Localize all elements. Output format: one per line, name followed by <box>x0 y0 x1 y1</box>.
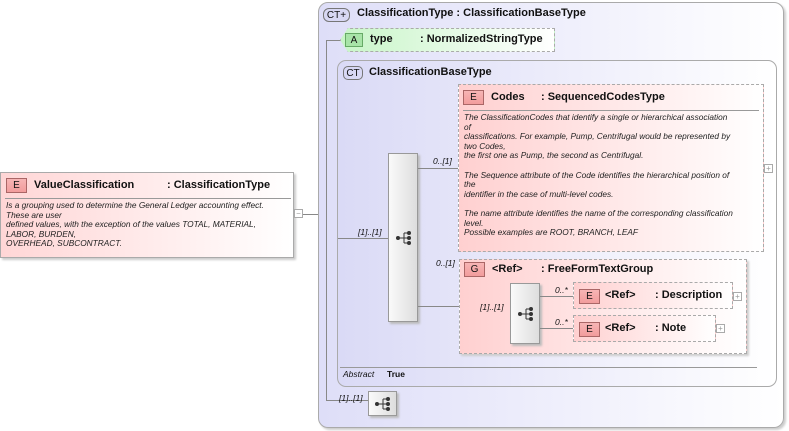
element-badge: E <box>579 289 600 304</box>
attribute-badge: A <box>345 33 363 47</box>
attribute-type-name: : NormalizedStringType <box>420 33 543 45</box>
description-type: : Description <box>655 289 723 301</box>
attribute-name: type <box>370 33 393 45</box>
codes-name: Codes <box>491 91 525 103</box>
description-element[interactable]: E <Ref> : Description <box>573 282 733 309</box>
note-cardinality: 0..* <box>555 317 568 327</box>
outer-sequence-compositor[interactable] <box>368 391 397 416</box>
collapse-button[interactable]: − <box>294 209 303 218</box>
abstract-value: True <box>387 369 405 379</box>
base-type-badge: CT <box>343 66 363 80</box>
group-name: <Ref> <box>492 263 523 275</box>
codes-cardinality: 0..[1] <box>433 156 452 166</box>
group-type: : FreeFormTextGroup <box>541 263 654 275</box>
expand-note-button[interactable]: + <box>716 324 725 333</box>
note-ref: <Ref> <box>605 322 636 334</box>
complex-type-title: ClassificationType : ClassificationBaseT… <box>357 7 586 19</box>
codes-badge: E <box>463 90 484 105</box>
abstract-label: Abstract <box>343 369 375 379</box>
outer-sequence-cardinality: [1]..[1] <box>339 393 363 403</box>
codes-type: : SequencedCodesType <box>541 91 665 103</box>
note-element[interactable]: E <Ref> : Note <box>573 315 716 342</box>
sequence-compositor[interactable] <box>388 153 418 322</box>
root-element-type: : ClassificationType <box>167 179 271 191</box>
root-element[interactable]: E ValueClassification : ClassificationTy… <box>0 172 294 258</box>
sequence-icon <box>518 307 533 321</box>
root-description: Is a grouping used to determine the Gene… <box>6 200 264 249</box>
sequence-icon <box>396 231 411 245</box>
codes-element[interactable]: E Codes : SequencedCodesType The Classif… <box>458 84 764 252</box>
group-cardinality: 0..[1] <box>436 258 455 268</box>
group-badge: G <box>464 262 485 277</box>
group-sequence-compositor[interactable] <box>510 283 540 344</box>
sequence-icon <box>375 397 390 411</box>
root-element-name: ValueClassification <box>34 179 135 191</box>
element-badge: E <box>6 178 27 193</box>
note-type: : Note <box>655 322 687 334</box>
description-cardinality: 0..* <box>555 285 568 295</box>
group-sequence-cardinality: [1]..[1] <box>480 302 504 312</box>
base-type-title: ClassificationBaseType <box>369 66 492 78</box>
expand-description-button[interactable]: + <box>733 292 742 301</box>
element-badge: E <box>579 322 600 337</box>
description-ref: <Ref> <box>605 289 636 301</box>
expand-codes-button[interactable]: + <box>764 164 773 173</box>
complex-type-badge: CT+ <box>323 8 350 22</box>
sequence-cardinality: [1]..[1] <box>358 227 382 237</box>
codes-description: The ClassificationCodes that identify a … <box>464 112 733 238</box>
